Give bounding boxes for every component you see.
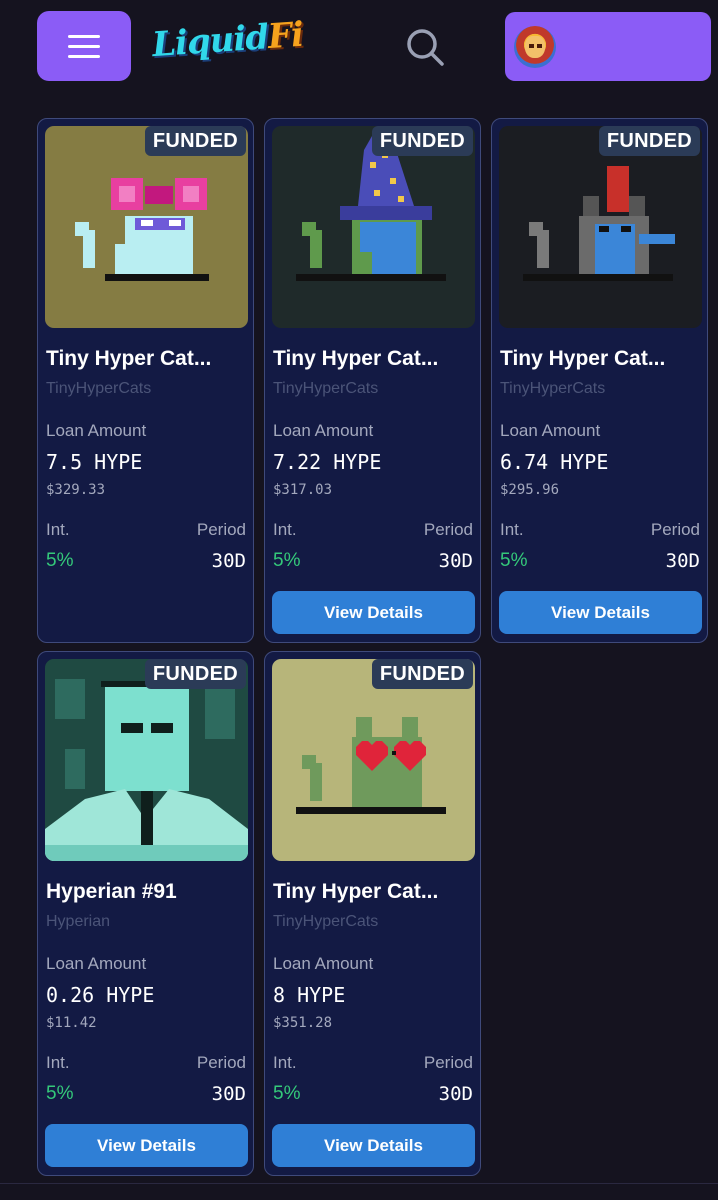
loan-usd-value: $329.33 <box>46 482 106 498</box>
nft-title: Tiny Hyper Cat... <box>273 347 439 370</box>
nft-image-cat-red-mohawk <box>499 126 702 328</box>
status-badge: FUNDED <box>371 126 473 156</box>
period-label: Period <box>196 1053 246 1072</box>
loan-card[interactable]: FUNDED Tiny Hyper Cat... TinyHyperCats L… <box>37 118 254 643</box>
search-icon <box>407 29 444 66</box>
interest-label: Int. <box>273 1053 297 1072</box>
status-badge: FUNDED <box>371 659 473 689</box>
period-label: Period <box>196 520 246 539</box>
collection-name: TinyHyperCats <box>500 380 606 397</box>
loan-amount-value: 7.5 HYPE <box>46 450 143 474</box>
wallet-button[interactable] <box>505 12 711 81</box>
avatar-icon <box>514 26 556 68</box>
loan-amount-label: Loan Amount <box>46 421 147 440</box>
status-badge: FUNDED <box>144 659 246 689</box>
collection-name: TinyHyperCats <box>273 380 379 397</box>
loan-amount-value: 0.26 HYPE <box>46 983 155 1007</box>
bottom-divider <box>0 1183 718 1184</box>
period-value: 30D <box>211 550 246 572</box>
top-nav: LiquidFi <box>0 0 718 100</box>
loan-amount-label: Loan Amount <box>500 421 601 440</box>
interest-label: Int. <box>46 1053 70 1072</box>
nft-image-cat-wizard-hat <box>272 126 475 328</box>
interest-value: 5% <box>46 1083 74 1104</box>
period-label: Period <box>650 520 700 539</box>
period-label: Period <box>423 1053 473 1072</box>
view-details-button[interactable]: View Details <box>45 1124 248 1167</box>
loan-card[interactable]: FUNDED Tiny Hyper Cat... TinyHyperCats L… <box>264 651 481 1176</box>
period-value: 30D <box>211 1083 246 1105</box>
nft-image-cat-heart-glasses <box>272 659 475 861</box>
status-badge: FUNDED <box>598 126 700 156</box>
nft-title: Tiny Hyper Cat... <box>46 347 212 370</box>
interest-value: 5% <box>273 550 301 571</box>
interest-label: Int. <box>273 520 297 539</box>
loan-card[interactable]: FUNDED Tiny Hyper Cat... TinyHyperCats L… <box>491 118 708 643</box>
loan-usd-value: $317.03 <box>273 482 333 498</box>
menu-button[interactable] <box>37 11 131 81</box>
view-details-button[interactable]: View Details <box>272 1124 475 1167</box>
period-value: 30D <box>438 550 473 572</box>
interest-value: 5% <box>500 550 528 571</box>
liquidfi-logo[interactable]: LiquidFi <box>151 15 305 65</box>
loan-usd-value: $11.42 <box>46 1015 97 1031</box>
nft-image-hyperian <box>45 659 248 861</box>
nft-title: Tiny Hyper Cat... <box>273 880 439 903</box>
view-details-button[interactable]: View Details <box>272 591 475 634</box>
collection-name: TinyHyperCats <box>273 913 379 930</box>
interest-value: 5% <box>46 550 74 571</box>
collection-name: TinyHyperCats <box>46 380 152 397</box>
hamburger-icon <box>68 34 100 38</box>
search-button[interactable] <box>404 26 446 68</box>
nft-title: Hyperian #91 <box>46 880 177 903</box>
period-label: Period <box>423 520 473 539</box>
loan-amount-value: 6.74 HYPE <box>500 450 609 474</box>
status-badge: FUNDED <box>144 126 246 156</box>
loan-usd-value: $295.96 <box>500 482 560 498</box>
period-value: 30D <box>665 550 700 572</box>
nft-title: Tiny Hyper Cat... <box>500 347 666 370</box>
interest-label: Int. <box>46 520 70 539</box>
period-value: 30D <box>438 1083 473 1105</box>
loan-amount-label: Loan Amount <box>273 954 374 973</box>
view-details-button[interactable]: View Details <box>499 591 702 634</box>
loan-amount-value: 8 HYPE <box>273 983 346 1007</box>
loan-amount-label: Loan Amount <box>273 421 374 440</box>
loan-usd-value: $351.28 <box>273 1015 333 1031</box>
loan-amount-label: Loan Amount <box>46 954 147 973</box>
loan-card[interactable]: FUNDED Hyperian #91 Hyperian Loan Amount… <box>37 651 254 1176</box>
loan-amount-value: 7.22 HYPE <box>273 450 382 474</box>
interest-value: 5% <box>273 1083 301 1104</box>
collection-name: Hyperian <box>46 913 111 930</box>
interest-label: Int. <box>500 520 524 539</box>
nft-image-cat-pink-bow <box>45 126 248 328</box>
loan-card[interactable]: FUNDED Tiny Hyper Cat... TinyHyperCats L… <box>264 118 481 643</box>
